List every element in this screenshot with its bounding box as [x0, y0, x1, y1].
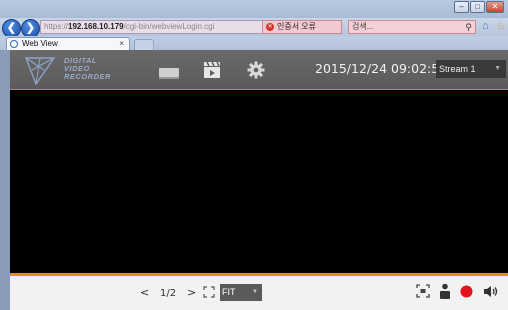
- app-footer-toolbar: < 1/2 > FIT ▼: [10, 276, 508, 310]
- tab-strip: Web View ×: [0, 36, 508, 50]
- user-icon[interactable]: [439, 283, 451, 299]
- address-input[interactable]: https://192.168.10.179/cgi-bin/webviewLo…: [40, 20, 298, 34]
- url-host: 192.168.10.179: [68, 22, 124, 31]
- audio-icon[interactable]: [483, 285, 498, 298]
- close-window-button[interactable]: ✕: [486, 1, 504, 13]
- tab-title: Web View: [22, 39, 58, 48]
- fit-mode-value: FIT: [222, 287, 236, 297]
- address-bar-row: ❮ ❯ https://192.168.10.179/cgi-bin/webvi…: [0, 18, 508, 38]
- tab-close-icon[interactable]: ×: [119, 38, 124, 50]
- browser-logo-icon: [10, 40, 18, 48]
- dvr-logo-icon: [24, 57, 56, 86]
- window-controls: – □ ✕: [454, 1, 504, 13]
- page-indicator: 1/2: [160, 288, 177, 299]
- tab-web-view[interactable]: Web View ×: [6, 37, 130, 50]
- next-page-button[interactable]: >: [187, 286, 196, 299]
- favorites-star-icon[interactable]: ☆: [496, 20, 506, 33]
- search-placeholder: 검색...: [352, 22, 374, 31]
- url-prefix: https://: [44, 22, 69, 31]
- chevron-down-icon: ▼: [494, 65, 501, 72]
- forward-arrow-icon: ❯: [25, 22, 36, 34]
- certificate-error-button[interactable]: ✕ 인증서 오류: [262, 20, 342, 34]
- playback-clapper-icon[interactable]: [202, 61, 222, 79]
- error-icon: ✕: [266, 23, 274, 31]
- fit-mode-select[interactable]: FIT ▼: [220, 284, 262, 301]
- previous-page-button[interactable]: <: [140, 286, 149, 299]
- display-icon[interactable]: [158, 64, 180, 82]
- app-header: DIGITAL VIDEO RECORDER 2015/12/24 09:02:…: [10, 50, 508, 90]
- minimize-button[interactable]: –: [454, 1, 469, 13]
- search-icon[interactable]: ⚲: [465, 21, 472, 33]
- brand-name: DIGITAL VIDEO RECORDER: [64, 56, 111, 81]
- record-icon[interactable]: [460, 285, 473, 298]
- chevron-down-icon: ▼: [252, 289, 258, 295]
- maximize-button[interactable]: □: [470, 1, 485, 13]
- current-datetime: 2015/12/24 09:02:51: [315, 61, 448, 76]
- dvr-web-app: DIGITAL VIDEO RECORDER 2015/12/24 09:02:…: [10, 50, 508, 310]
- browser-title-bar: – □ ✕: [0, 0, 508, 18]
- fullscreen-icon[interactable]: [203, 286, 215, 298]
- stream-select-value: Stream 1: [439, 64, 476, 74]
- home-icon[interactable]: ⌂: [482, 20, 489, 32]
- new-tab-button[interactable]: [134, 39, 154, 50]
- certificate-error-label: 인증서 오류: [277, 22, 317, 31]
- back-arrow-icon: ❮: [6, 22, 17, 34]
- settings-gear-icon[interactable]: [247, 61, 265, 79]
- video-viewport[interactable]: [10, 90, 508, 273]
- stream-select[interactable]: Stream 1 ▼: [436, 60, 506, 78]
- url-path: /cgi-bin/webviewLogin.cgi: [123, 22, 215, 31]
- capture-icon[interactable]: [416, 284, 430, 298]
- search-input[interactable]: 검색... ⚲: [348, 20, 476, 34]
